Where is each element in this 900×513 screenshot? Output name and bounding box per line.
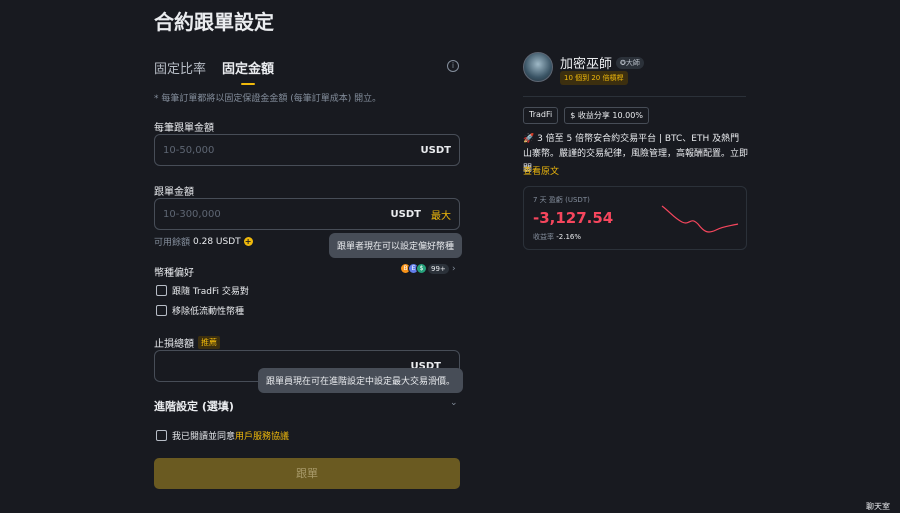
trader-tags: TradFi $ 收益分享 10.00% <box>523 107 649 124</box>
tab-fixed-amount[interactable]: 固定金額 <box>222 58 274 83</box>
max-button[interactable]: 最大 <box>431 207 451 222</box>
trader-name: 加密巫師 <box>560 57 613 72</box>
per-order-placeholder: 10-50,000 <box>163 144 215 156</box>
read-more-link[interactable]: 查看原文 <box>523 164 559 177</box>
copy-amount-input[interactable]: 10-300,000 USDT 最大 <box>154 198 460 230</box>
copy-amount-label: 跟單金額 <box>154 187 194 198</box>
copy-amount-placeholder: 10-300,000 <box>163 208 221 220</box>
slippage-tooltip: 跟單員現在可在進階設定中設定最大交易滑價。 <box>258 368 464 393</box>
trader-avatar <box>523 52 553 82</box>
agreement-row[interactable]: 我已閱讀並同意用戶服務協議 <box>156 429 289 442</box>
coin-count: 99+ <box>428 263 449 274</box>
info-icon[interactable]: i <box>447 60 459 72</box>
pnl-value: -3,127.54 <box>533 209 614 227</box>
recommended-badge: 推薦 <box>198 336 220 349</box>
copy-trade-button[interactable]: 跟單 <box>154 458 460 489</box>
page-title: 合約跟單設定 <box>154 10 274 34</box>
coin-preference-label: 幣種偏好 <box>154 268 194 279</box>
option-label: 移除低流動性幣種 <box>172 307 245 317</box>
trader-name-row: 加密巫師 ✪大師 <box>560 53 644 72</box>
tab-fixed-ratio[interactable]: 固定比率 <box>154 58 206 83</box>
roi-row: 收益率 -2.16% <box>533 233 581 241</box>
amount-note: * 每筆訂單都將以固定保證金金額 (每筆訂單成本) 開立。 <box>154 94 382 104</box>
per-order-unit: USDT <box>420 144 451 156</box>
tag-tradfi: TradFi <box>523 107 559 124</box>
per-order-amount-input[interactable]: 10-50,000 USDT <box>154 134 460 166</box>
checkbox[interactable] <box>156 305 167 316</box>
stop-loss-label: 止損總額 <box>154 339 194 350</box>
chevron-right-icon[interactable]: › <box>452 264 456 274</box>
per-order-label: 每筆跟單金額 <box>154 123 214 134</box>
tag-profit-share: $ 收益分享 10.00% <box>564 107 649 124</box>
coin-preference-tooltip: 跟單者現在可以設定偏好幣種 <box>329 233 463 258</box>
chat-room-link[interactable]: 聊天室 <box>866 501 890 512</box>
copy-amount-unit: USDT <box>390 208 421 220</box>
mode-tabs: 固定比率 固定金額 <box>154 58 274 83</box>
checkbox[interactable] <box>156 285 167 296</box>
option-label: 跟隨 TradFi 交易對 <box>172 287 249 297</box>
pnl-sparkline <box>661 205 739 233</box>
stop-loss-label-row: 止損總額 推薦 <box>154 335 220 350</box>
available-value: 0.28 USDT <box>193 236 241 247</box>
available-balance: 可用餘額 0.28 USDT + <box>154 235 253 248</box>
option-remove-low-liquidity[interactable]: 移除低流動性幣種 <box>156 304 244 317</box>
advanced-settings-toggle[interactable]: 進階設定 (選填) <box>154 398 234 414</box>
chevron-down-icon[interactable]: ⌄ <box>450 398 458 408</box>
divider <box>523 96 746 97</box>
option-tradfi[interactable]: 跟隨 TradFi 交易對 <box>156 284 249 297</box>
coin-icon: $ <box>570 111 578 120</box>
coin-preference-selector[interactable]: B E $ 99+ <box>400 263 449 274</box>
plus-circle-icon[interactable]: + <box>243 237 253 246</box>
leverage-badge: 10 個到 20 倍槓桿 <box>560 71 628 85</box>
available-label: 可用餘額 <box>154 238 191 248</box>
agreement-checkbox[interactable] <box>156 430 167 441</box>
roi-value: -2.16% <box>556 233 581 241</box>
pnl-label: 7 天 盈虧 (USDT) <box>533 196 590 204</box>
usdt-icon: $ <box>416 263 427 274</box>
terms-link[interactable]: 用戶服務協議 <box>235 432 289 442</box>
agreement-text: 我已閱讀並同意用戶服務協議 <box>172 432 290 442</box>
rank-badge: ✪大師 <box>616 56 644 69</box>
